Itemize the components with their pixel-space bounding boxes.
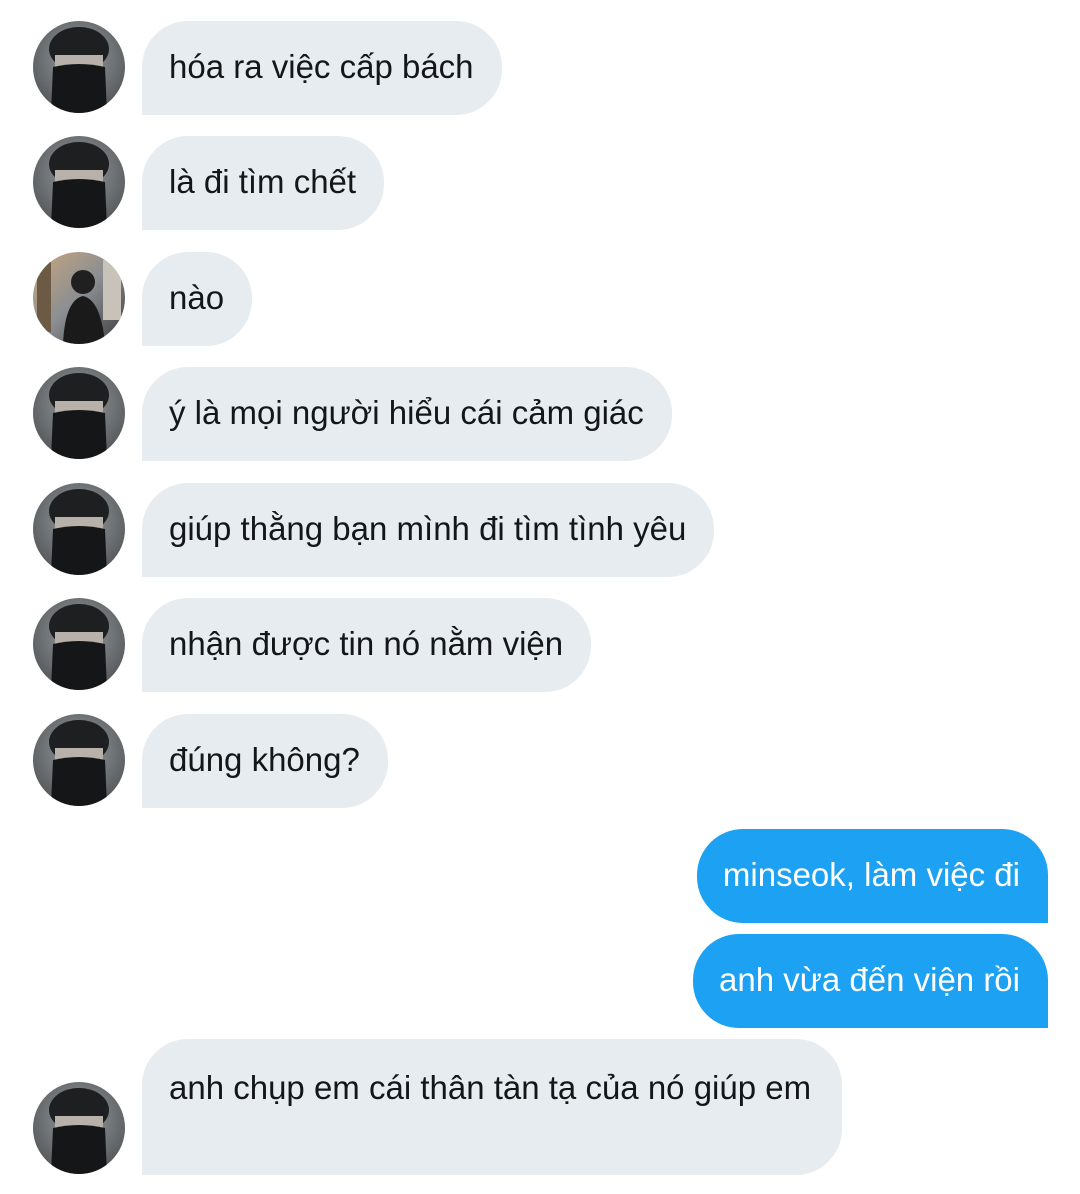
message-text: nào (169, 279, 225, 316)
incoming-message-bubble: hóa ra việc cấp bách (142, 21, 502, 115)
incoming-message-bubble: anh chụp em cái thân tàn tạ của nó giúp … (142, 1039, 842, 1175)
incoming-message-bubble: đúng không? (142, 714, 388, 808)
incoming-message-bubble: là đi tìm chết (142, 136, 385, 230)
masked-user-avatar[interactable] (33, 136, 125, 228)
message-text: anh chụp em cái thân tàn tạ của nó giúp … (169, 1069, 812, 1106)
masked-user-avatar[interactable] (33, 1082, 125, 1174)
masked-face-avatar-icon (33, 367, 125, 459)
message-text: hóa ra việc cấp bách (169, 48, 474, 85)
street-photo-user-avatar[interactable] (33, 252, 125, 344)
masked-face-avatar-icon (33, 483, 125, 575)
message-text: ý là mọi người hiểu cái cảm giác (169, 394, 644, 431)
masked-face-avatar-icon (33, 1082, 125, 1174)
masked-user-avatar[interactable] (33, 483, 125, 575)
incoming-message-bubble: ý là mọi người hiểu cái cảm giác (142, 367, 672, 461)
incoming-message-bubble: nào (142, 252, 253, 346)
message-text: đúng không? (169, 741, 360, 778)
masked-face-avatar-icon (33, 21, 125, 113)
masked-user-avatar[interactable] (33, 714, 125, 806)
message-text: minseok, làm việc đi (722, 856, 1020, 893)
masked-face-avatar-icon (33, 714, 125, 806)
masked-user-avatar[interactable] (33, 21, 125, 113)
street-photo-avatar-icon (33, 252, 125, 344)
outgoing-message-bubble: anh vừa đến viện rồi (693, 934, 1048, 1028)
message-text: giúp thằng bạn mình đi tìm tình yêu (169, 510, 687, 547)
outgoing-message-bubble: minseok, làm việc đi (696, 829, 1048, 923)
masked-face-avatar-icon (33, 598, 125, 690)
message-text: là đi tìm chết (169, 163, 357, 200)
masked-user-avatar[interactable] (33, 598, 125, 690)
incoming-message-bubble: giúp thằng bạn mình đi tìm tình yêu (142, 483, 715, 577)
masked-face-avatar-icon (33, 136, 125, 228)
incoming-message-bubble: nhận được tin nó nằm viện (142, 598, 592, 692)
message-text: anh vừa đến viện rồi (719, 961, 1020, 998)
message-text: nhận được tin nó nằm viện (169, 625, 564, 662)
masked-user-avatar[interactable] (33, 367, 125, 459)
